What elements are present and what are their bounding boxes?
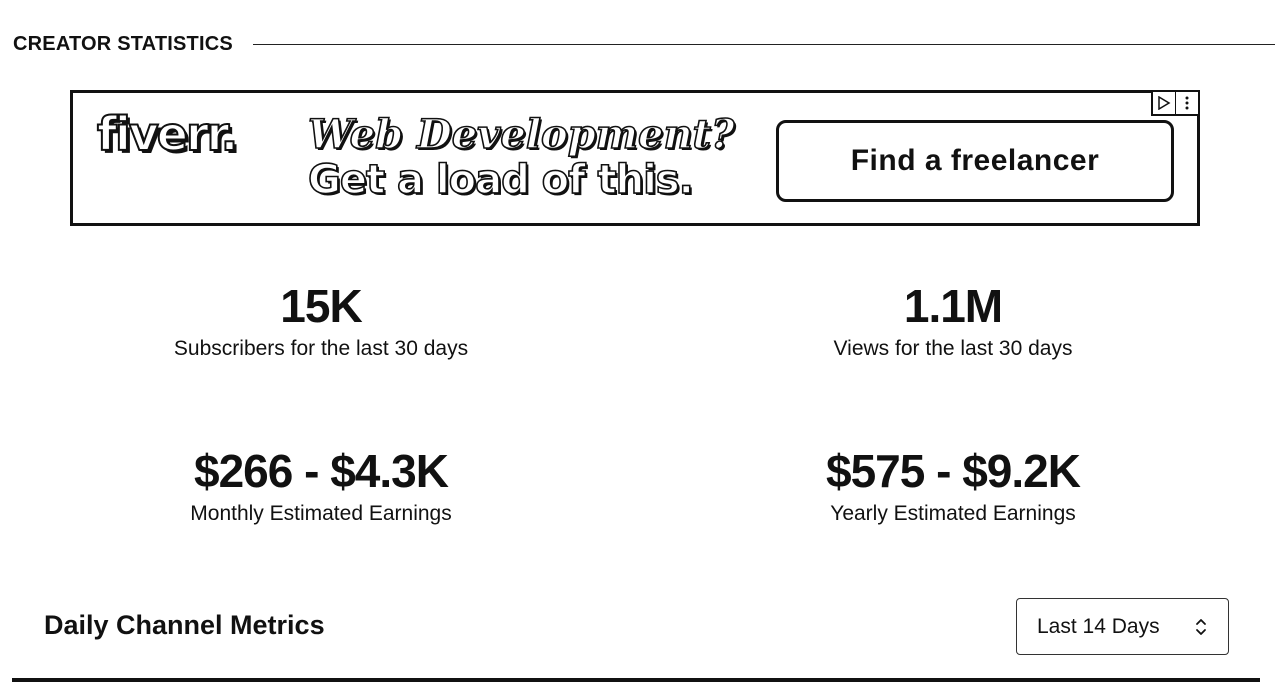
ad-controls — [1151, 90, 1200, 116]
ad-headline[interactable]: Web Development? Get a load of this. — [307, 111, 735, 204]
stat-yearly-earnings: $575 - $9.2K Yearly Estimated Earnings — [743, 445, 1163, 527]
section-header: CREATOR STATISTICS — [13, 31, 1275, 57]
daily-metrics-title: Daily Channel Metrics — [44, 610, 325, 640]
stat-monthly-earnings: $266 - $4.3K Monthly Estimated Earnings — [111, 445, 531, 527]
ad-headline-line2: Get a load of this. — [307, 156, 694, 204]
ad-cta-button[interactable]: Find a freelancer — [776, 120, 1174, 202]
bottom-divider — [12, 678, 1260, 682]
stat-monthly-earnings-label: Monthly Estimated Earnings — [190, 502, 452, 525]
stat-subscribers-value: 15K — [280, 280, 362, 332]
ad-headline-line1: Web Development? — [307, 111, 735, 158]
ad-banner[interactable]: fiverr. Web Development? Get a load of t… — [70, 90, 1200, 226]
adchoices-icon[interactable] — [1153, 92, 1175, 114]
ad-menu-icon[interactable] — [1175, 92, 1198, 114]
ad-brand-logo[interactable]: fiverr. — [96, 106, 239, 162]
stat-views: 1.1M Views for the last 30 days — [743, 280, 1163, 362]
section-divider — [252, 43, 1275, 45]
stat-subscribers-label: Subscribers for the last 30 days — [173, 337, 469, 360]
chevron-up-down-icon — [1196, 618, 1206, 635]
stat-subscribers: 15K Subscribers for the last 30 days — [111, 280, 531, 362]
stat-yearly-earnings-label: Yearly Estimated Earnings — [830, 502, 1076, 525]
stat-monthly-earnings-value: $266 - $4.3K — [194, 445, 449, 497]
date-range-selected-value: Last 14 Days — [1037, 614, 1160, 638]
stat-yearly-earnings-value: $575 - $9.2K — [826, 445, 1081, 497]
date-range-select[interactable]: Last 14 Days — [1016, 598, 1229, 655]
section-title: CREATOR STATISTICS — [13, 32, 233, 55]
stat-views-label: Views for the last 30 days — [833, 337, 1073, 360]
stat-views-value: 1.1M — [903, 280, 1003, 332]
